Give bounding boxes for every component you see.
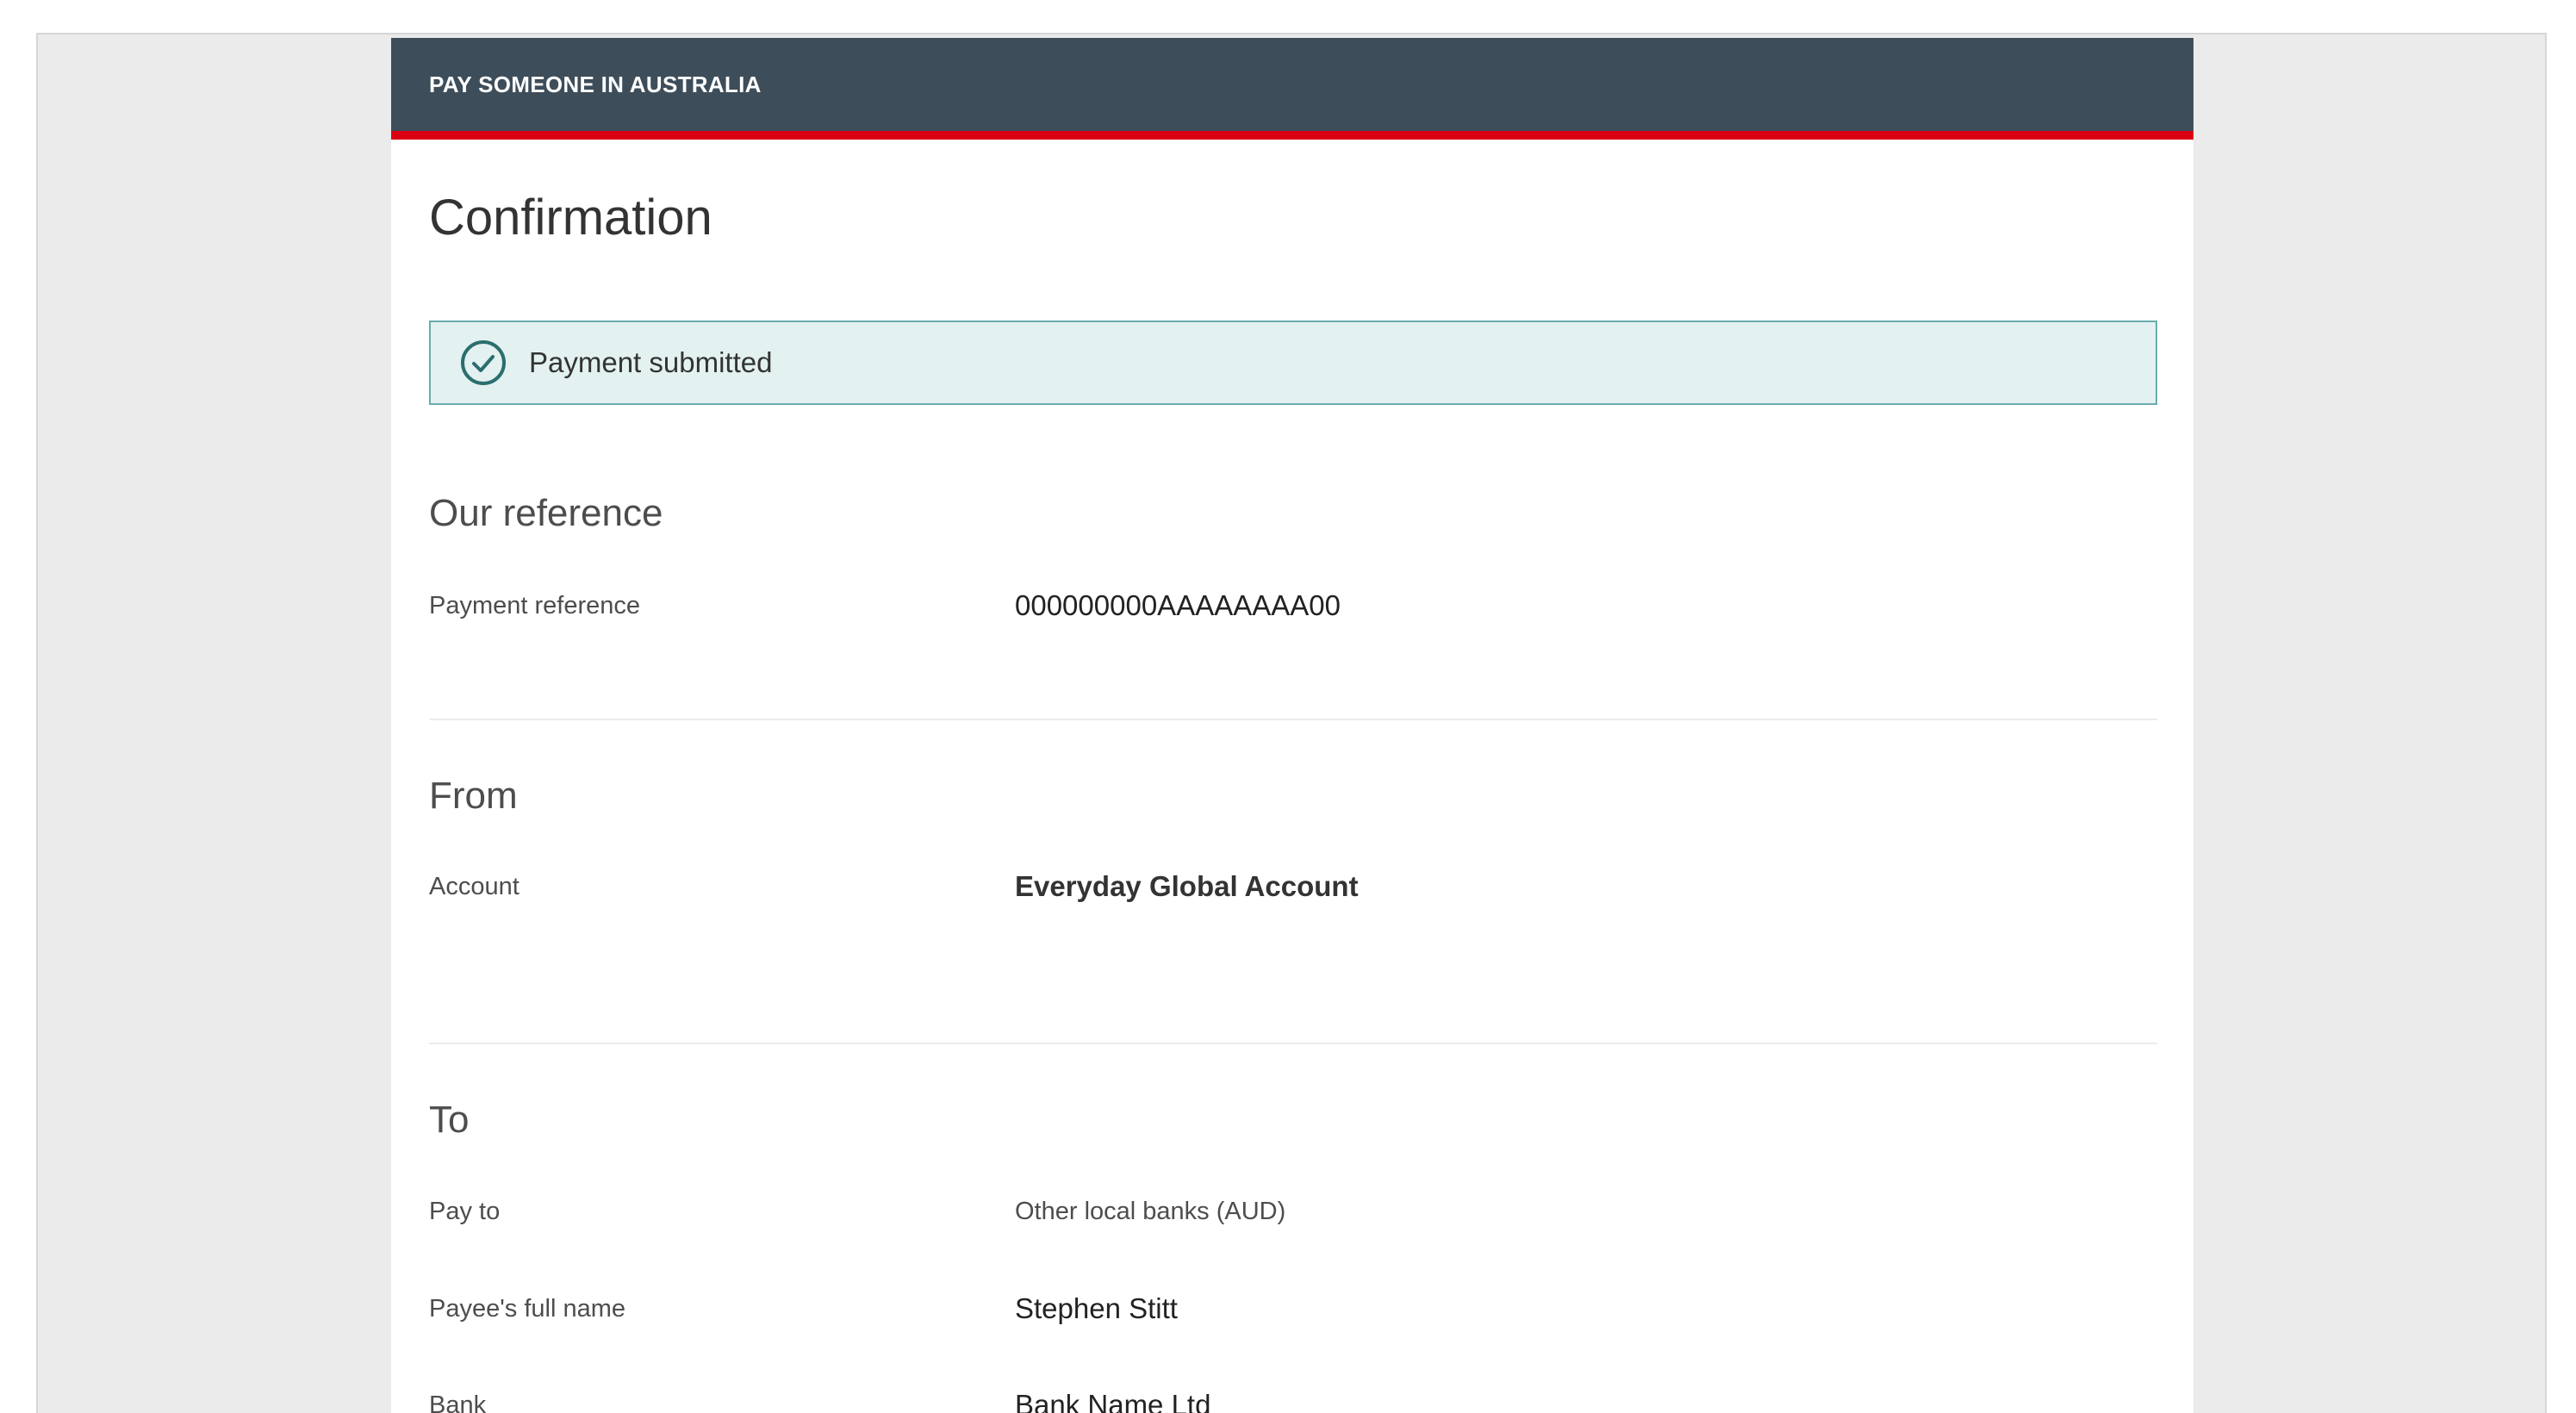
page-header: PAY SOMEONE IN AUSTRALIA [391,38,2193,140]
status-message: Payment submitted [529,346,773,378]
header-title: PAY SOMEONE IN AUSTRALIA [429,71,762,97]
bank-label: Bank [429,1391,487,1413]
account-label: Account [429,872,520,900]
payee-name-value: Stephen Stitt [1015,1292,1178,1324]
page-title: Confirmation [429,190,712,246]
payment-status-banner: Payment submitted [429,321,2157,405]
payment-reference-row: Payment reference 000000000AAAAAAAA00 [429,589,2157,622]
browser-viewport: PAY SOMEONE IN AUSTRALIA Confirmation Pa… [36,33,2547,1413]
payee-name-label: Payee's full name [429,1294,625,1323]
bank-row: Bank Bank Name Ltd [429,1389,2157,1413]
bank-value: Bank Name Ltd [1015,1389,1211,1413]
pay-to-label: Pay to [429,1198,501,1225]
section-title-reference: Our reference [429,492,663,534]
confirmation-panel: PAY SOMEONE IN AUSTRALIA Confirmation Pa… [391,38,2193,1413]
section-title-to: To [429,1099,470,1141]
payment-reference-label: Payment reference [429,591,641,619]
check-circle-icon [460,339,507,386]
pay-to-row: Pay to Other local banks (AUD) [429,1198,2157,1226]
account-row: Account Everyday Global Account [429,870,2157,903]
account-value: Everyday Global Account [1015,870,1359,902]
section-divider [429,1043,2157,1044]
pay-to-value: Other local banks (AUD) [1015,1198,1286,1225]
section-title-from: From [429,775,518,817]
payee-name-row: Payee's full name Stephen Stitt [429,1292,2157,1325]
section-divider [429,719,2157,720]
payment-reference-value: 000000000AAAAAAAA00 [1015,589,1341,621]
